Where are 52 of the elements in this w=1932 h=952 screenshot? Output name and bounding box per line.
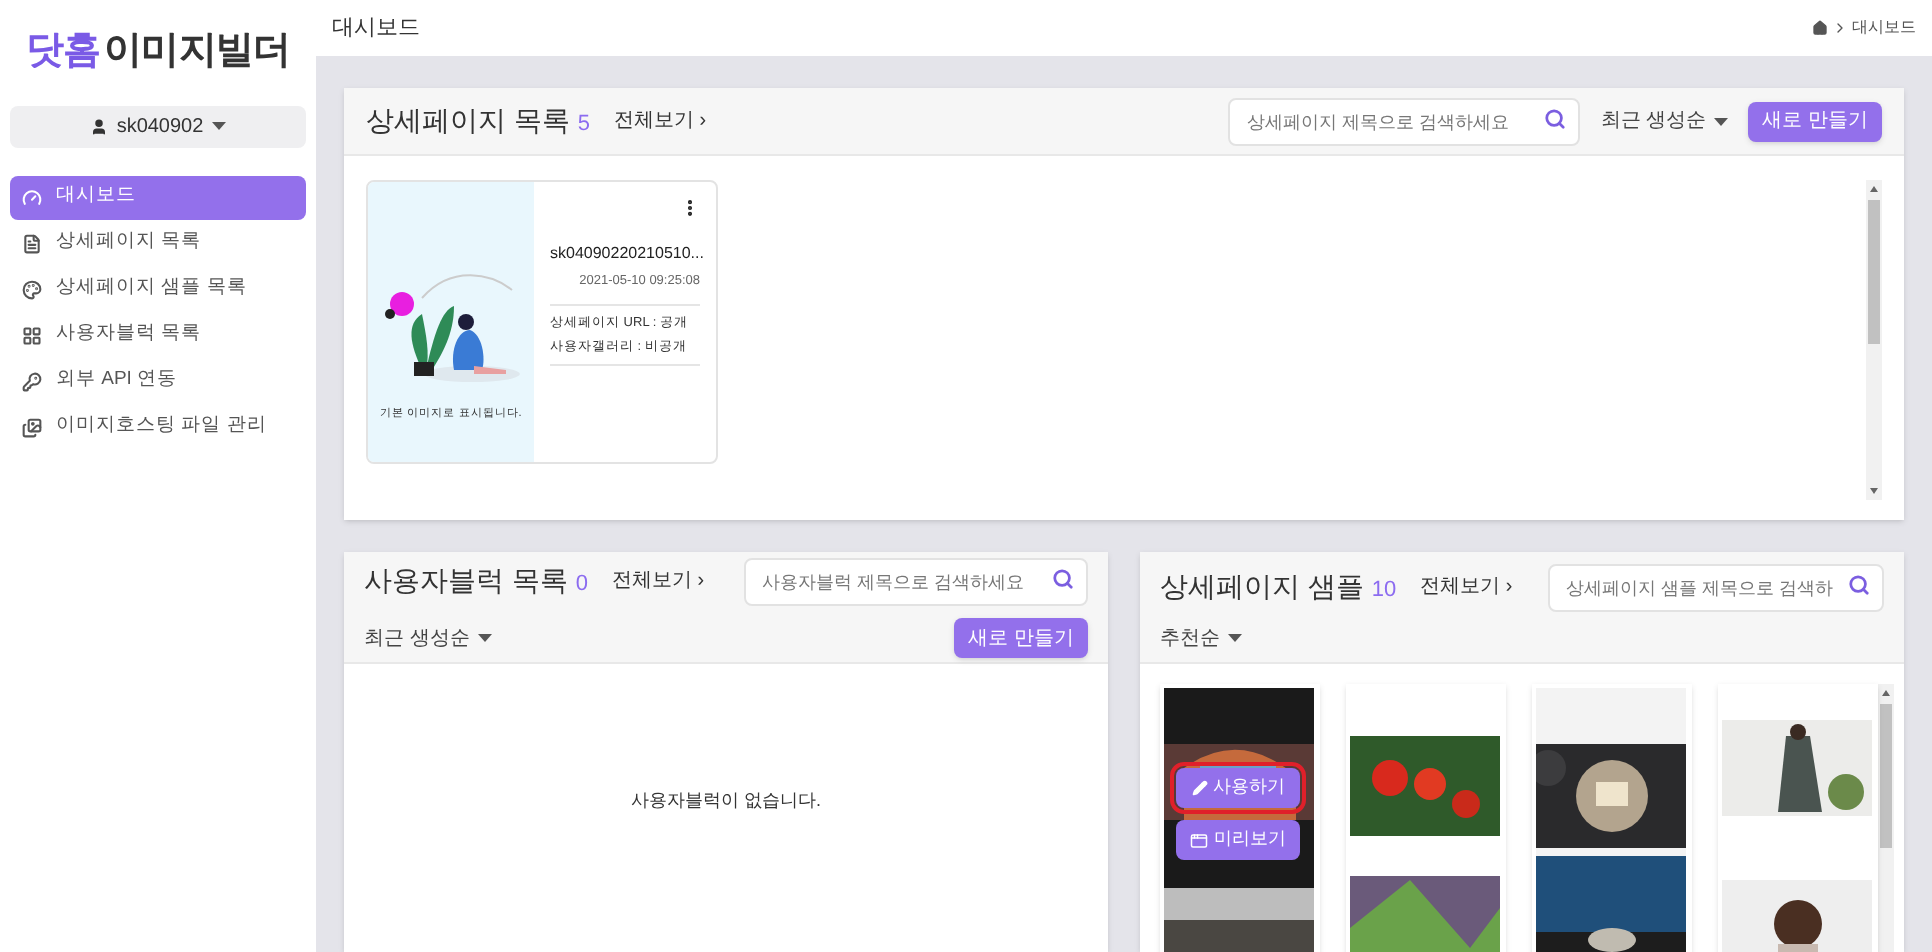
search-field[interactable]: 상세페이지 샘플 제목으로 검색하: [1548, 563, 1884, 611]
palette-icon: [22, 279, 42, 299]
search-icon[interactable]: [1544, 108, 1567, 130]
gauge-icon: [22, 187, 42, 207]
user-icon: [90, 117, 109, 135]
grid-icon: [22, 325, 42, 345]
sort-dropdown[interactable]: 최근 생성순: [1600, 106, 1729, 136]
sidebar-item[interactable]: 상세페이지 샘플 목록: [10, 267, 306, 311]
count-label: 5: [577, 110, 591, 140]
use-button[interactable]: 사용하기: [1176, 768, 1300, 808]
window-icon: [1190, 831, 1208, 849]
sort-dropdown[interactable]: 최근 생성순: [364, 623, 492, 653]
caret-icon: [1714, 117, 1729, 125]
search-field[interactable]: 상세페이지 제목으로 검색하세요: [1228, 98, 1581, 146]
view-all-link[interactable]: 전체보기 ›: [1420, 571, 1513, 601]
empty-message: 사용자블럭이 없습니다.: [630, 788, 821, 814]
file-icon: [22, 233, 42, 253]
caret-icon: [211, 122, 226, 130]
user-menu[interactable]: sk040902: [10, 105, 306, 147]
sidebar-item[interactable]: 상세페이지 목록: [10, 221, 306, 265]
sidebar-item[interactable]: 사용자블럭 목록: [10, 313, 306, 357]
caret-icon: [477, 634, 492, 642]
search-icon[interactable]: [1052, 568, 1074, 590]
sample-card[interactable]: 사용하기 미리보기: [1160, 684, 1320, 952]
new-button[interactable]: 새로 만들기: [1748, 101, 1882, 141]
logo[interactable]: 닷홈 이미지빌더: [10, 24, 306, 81]
caret-icon: [1228, 634, 1242, 642]
search-field[interactable]: 사용자블럭 제목으로 검색하세요: [744, 558, 1088, 606]
chevron-icon: [1832, 20, 1848, 36]
sidebar-item[interactable]: 이미지호스팅 파일 관리: [10, 405, 306, 449]
images-icon: [22, 417, 42, 437]
count-label: 10: [1371, 575, 1397, 605]
scrollbar[interactable]: [1878, 684, 1894, 952]
sort-dropdown[interactable]: 추천순: [1160, 623, 1242, 653]
sidebar-item[interactable]: 외부 API 연동: [10, 359, 306, 403]
view-all-link[interactable]: 전체보기 ›: [612, 566, 705, 596]
pencil-icon: [1191, 780, 1207, 796]
breadcrumb-item[interactable]: 대시보드: [1852, 16, 1916, 40]
search-icon[interactable]: [1848, 573, 1870, 595]
preview-button[interactable]: 미리보기: [1176, 820, 1300, 860]
scrollbar[interactable]: [1866, 180, 1882, 500]
panel-title: 상세페이지 목록: [366, 102, 570, 140]
page-name: sk04090220210510...: [550, 242, 700, 266]
home-icon[interactable]: [1812, 20, 1828, 36]
page-title: 대시보드: [332, 13, 420, 44]
panel-title: 사용자블럭 목록: [364, 562, 568, 600]
view-all-link[interactable]: 전체보기 ›: [614, 106, 707, 136]
panel-title: 상세페이지 샘플: [1160, 567, 1364, 605]
new-button[interactable]: 새로 만들기: [954, 618, 1088, 658]
count-label: 0: [575, 570, 589, 600]
key-icon: [22, 371, 42, 391]
sidebar-item[interactable]: 대시보드: [10, 175, 306, 219]
